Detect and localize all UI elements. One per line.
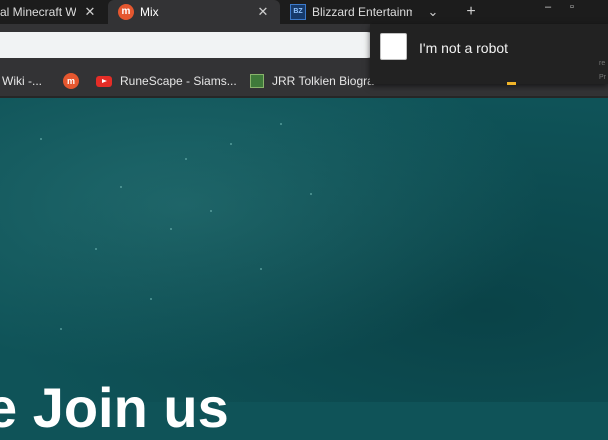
close-icon[interactable]: ✕ xyxy=(83,5,97,19)
bookmark-label: JRR Tolkien Biogra xyxy=(272,74,374,88)
blizzard-icon: BZ xyxy=(290,4,306,20)
close-icon[interactable]: ✕ xyxy=(256,5,270,19)
recaptcha-widget: I'm not a robot re Pr xyxy=(370,24,608,84)
extension-badge xyxy=(507,82,516,85)
page-background: e Join us xyxy=(0,98,608,439)
restore-icon[interactable]: ▫ xyxy=(565,0,579,14)
bookmark-wiki[interactable]: Wiki -... xyxy=(2,72,42,90)
mix-icon: m xyxy=(118,4,134,20)
new-tab-icon[interactable]: + xyxy=(464,4,478,20)
tab-title: Mix xyxy=(140,5,159,19)
minimize-icon[interactable]: – xyxy=(541,0,555,14)
tab-title: al Minecraft Wiki xyxy=(0,5,76,19)
recaptcha-checkbox[interactable] xyxy=(380,33,407,60)
bookmark-label: RuneScape - Siams... xyxy=(120,74,237,88)
bookmark-label: Wiki -... xyxy=(2,74,42,88)
image-icon xyxy=(250,74,264,88)
recaptcha-label: I'm not a robot xyxy=(419,40,509,56)
mix-icon: m xyxy=(63,73,79,89)
chevron-down-icon[interactable]: ⌄ xyxy=(426,5,440,19)
address-bar[interactable] xyxy=(0,32,380,58)
bookmark-mix[interactable]: m xyxy=(63,72,79,90)
youtube-icon xyxy=(96,75,112,87)
bookmark-runescape[interactable]: RuneScape - Siams... xyxy=(96,72,237,90)
tab-mix[interactable]: m Mix xyxy=(108,0,280,24)
page-heading: e Join us xyxy=(0,376,229,439)
tab-blizzard[interactable]: BZ Blizzard Entertainment xyxy=(286,0,426,24)
tab-title: Blizzard Entertainment xyxy=(312,5,412,19)
bookmark-jrr-tolkien[interactable]: JRR Tolkien Biogra xyxy=(250,72,382,90)
tab-strip: al Minecraft Wiki ✕ m Mix ✕ BZ Blizzard … xyxy=(0,0,608,24)
recaptcha-fine-print: re Pr xyxy=(599,60,606,81)
